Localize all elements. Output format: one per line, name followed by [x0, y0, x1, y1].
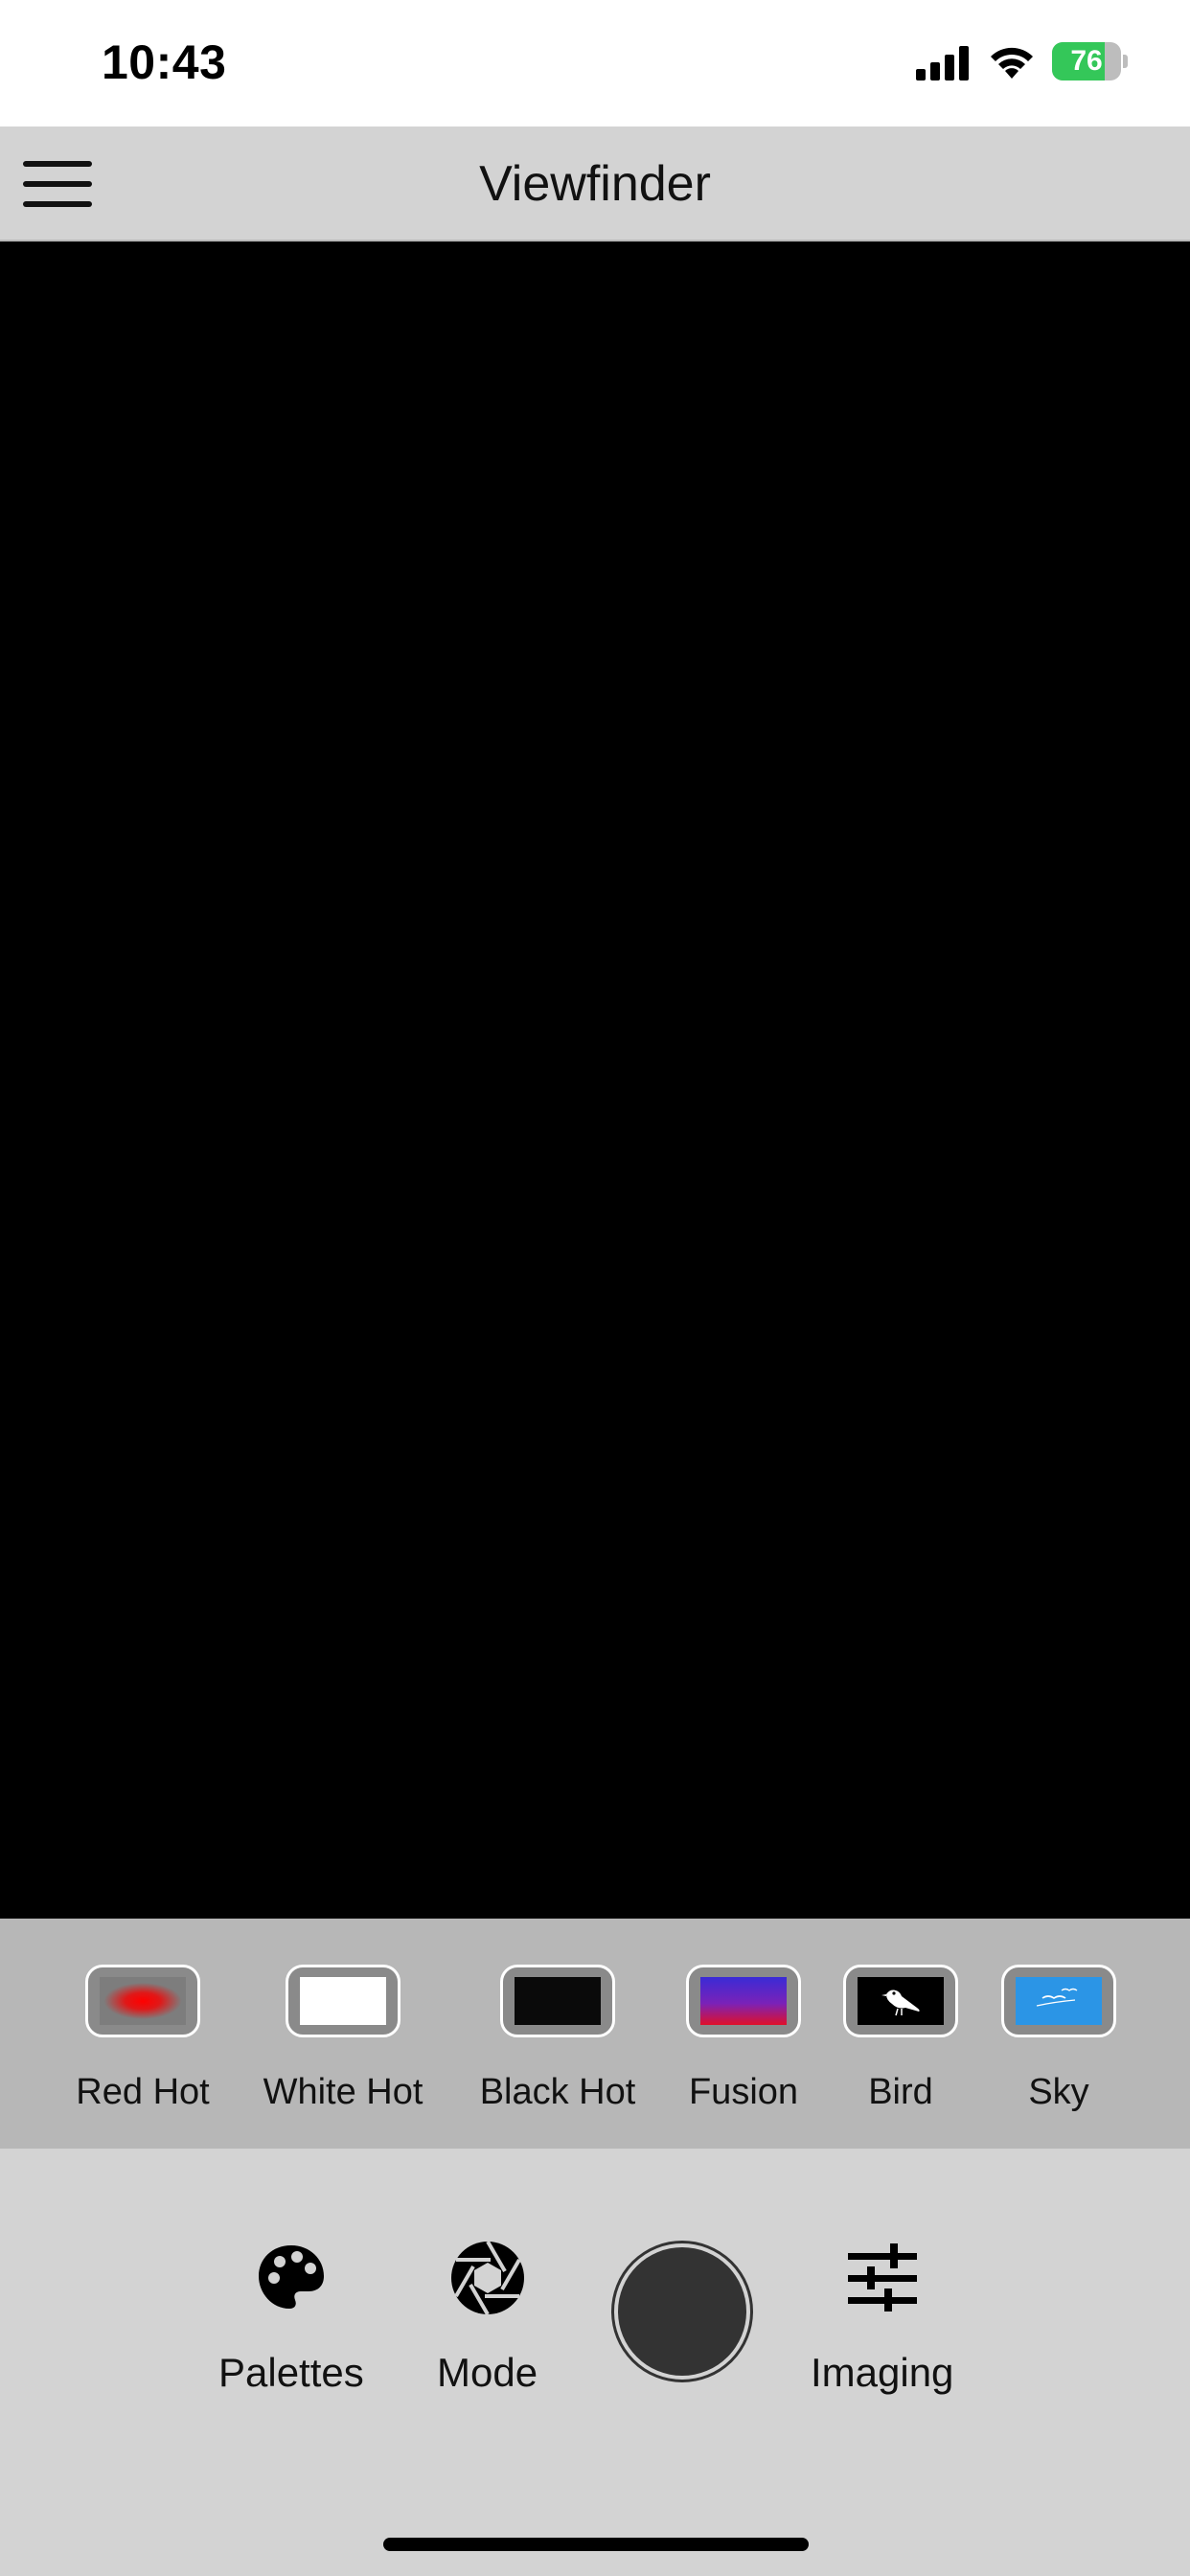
palette-red-hot[interactable]: Red Hot	[47, 1965, 239, 2128]
palette-label: Sky	[1028, 2072, 1089, 2112]
palette-strip: Red Hot White Hot Black Hot Fusion Bird …	[0, 1919, 1190, 2149]
hamburger-menu-icon	[23, 161, 92, 207]
palettes-button[interactable]: Palettes	[218, 2235, 364, 2396]
palette-label: Bird	[868, 2072, 933, 2112]
sliders-icon	[847, 2243, 917, 2312]
bird-icon	[881, 1990, 920, 2016]
sky-swatch	[1001, 1965, 1116, 2037]
home-indicator	[383, 2538, 809, 2551]
palette-icon	[258, 2245, 324, 2309]
black-hot-swatch	[500, 1965, 615, 2037]
palette-black-hot[interactable]: Black Hot	[462, 1965, 653, 2128]
wifi-icon	[991, 47, 1033, 79]
bottom-toolbar: Palettes Mode Imaging	[0, 2149, 1190, 2576]
fusion-swatch	[686, 1965, 801, 2037]
battery-percent: 76	[1070, 45, 1103, 77]
shutter-inner	[618, 2247, 746, 2376]
battery-charging-icon: 76	[1052, 42, 1129, 80]
cellular-signal-icon	[916, 46, 969, 80]
palette-label: Red Hot	[76, 2072, 210, 2112]
imaging-button[interactable]: Imaging	[811, 2235, 953, 2396]
mode-label: Mode	[437, 2350, 538, 2395]
bird-swatch	[843, 1965, 958, 2037]
shutter-button[interactable]	[611, 2241, 753, 2382]
palette-label: White Hot	[263, 2072, 423, 2112]
palettes-label: Palettes	[218, 2350, 364, 2395]
mode-button[interactable]: Mode	[437, 2235, 538, 2396]
white-hot-swatch	[286, 1965, 400, 2037]
page-title: Viewfinder	[479, 156, 711, 212]
palette-white-hot[interactable]: White Hot	[247, 1965, 439, 2128]
camera-viewfinder[interactable]	[0, 242, 1190, 1919]
status-time: 10:43	[102, 35, 227, 89]
palette-sky[interactable]: Sky	[963, 1965, 1155, 2128]
imaging-label: Imaging	[811, 2350, 954, 2395]
nav-bar: Viewfinder	[0, 126, 1190, 242]
birds-in-sky-icon	[1036, 1988, 1078, 2007]
red-hot-swatch	[85, 1965, 200, 2037]
palette-label: Black Hot	[479, 2072, 636, 2112]
palette-label: Fusion	[688, 2072, 799, 2112]
menu-button[interactable]	[17, 148, 98, 220]
status-bar: 10:43 76	[0, 0, 1190, 126]
aperture-icon	[450, 2240, 524, 2316]
